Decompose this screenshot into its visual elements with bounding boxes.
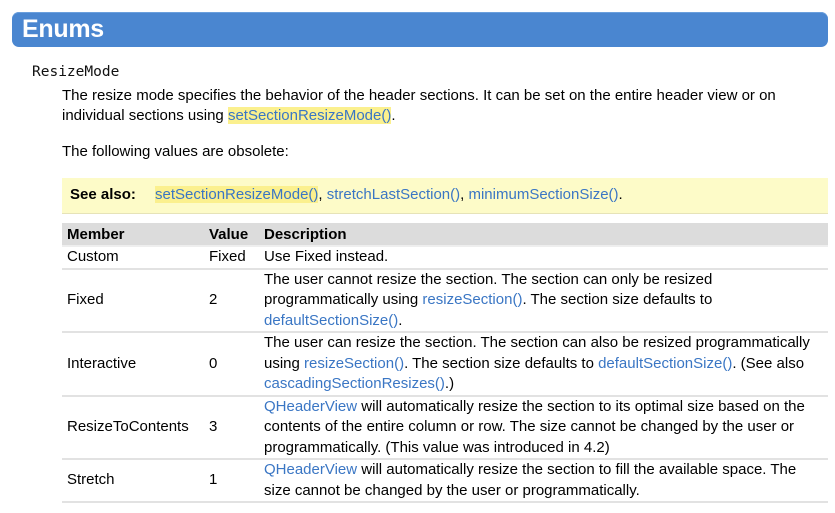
- table-row: Custom Fixed Use Fixed instead.: [62, 246, 828, 270]
- description-text: . The section size defaults to: [522, 291, 713, 308]
- table-row: Fixed 2 The user cannot resize the secti…: [62, 268, 828, 333]
- section-header-bar: Enums: [12, 12, 828, 47]
- enum-description: The resize mode specifies the behavior o…: [62, 86, 827, 126]
- set-section-resize-mode-link[interactable]: setSectionResizeMode(): [227, 107, 392, 124]
- column-header-member: Member: [62, 223, 204, 247]
- enum-name: ResizeMode: [32, 64, 120, 80]
- member-name: ResizeToContents: [62, 395, 204, 460]
- cascading-section-resizes-link[interactable]: cascadingSectionResizes(): [264, 375, 445, 392]
- default-section-size-link[interactable]: defaultSectionSize(): [598, 355, 732, 372]
- description-text: . The section size defaults to: [404, 354, 599, 372]
- member-value: 1: [204, 459, 259, 503]
- member-description: The user can resize the section. The sec…: [259, 332, 828, 397]
- description-end: .: [391, 107, 396, 124]
- obsolete-note: The following values are obsolete:: [62, 143, 289, 160]
- resize-section-link[interactable]: resizeSection(): [304, 355, 404, 372]
- member-description: QHeaderView will automatically resize th…: [259, 395, 828, 460]
- member-description: The user cannot resize the section. The …: [259, 268, 828, 333]
- see-also-box: See also: setSectionResizeMode(), stretc…: [62, 178, 828, 214]
- qheaderview-link[interactable]: QHeaderView: [264, 398, 357, 415]
- description-text: .: [398, 311, 403, 329]
- description-text: . (See also: [732, 354, 805, 372]
- member-name: Custom: [62, 246, 204, 270]
- member-value: 0: [204, 332, 259, 397]
- table-header-row: Member Value Description: [62, 223, 828, 247]
- see-also-link-minimum-section-size[interactable]: minimumSectionSize(): [468, 186, 618, 203]
- table-row: ResizeToContents 3 QHeaderView will auto…: [62, 395, 828, 460]
- table-row: Interactive 0 The user can resize the se…: [62, 332, 828, 397]
- qheaderview-link[interactable]: QHeaderView: [264, 461, 357, 478]
- member-description: QHeaderView will automatically resize th…: [259, 459, 828, 503]
- column-header-value: Value: [204, 223, 259, 247]
- description-text: The resize mode specifies the behavior o…: [62, 87, 776, 124]
- member-name: Stretch: [62, 459, 204, 503]
- enum-values-table: Member Value Description Custom Fixed Us…: [62, 223, 828, 503]
- member-description: Use Fixed instead.: [259, 246, 828, 270]
- see-also-link-set-section-resize-mode[interactable]: setSectionResizeMode(): [155, 186, 319, 203]
- member-name: Fixed: [62, 268, 204, 333]
- see-also-end: .: [618, 186, 623, 203]
- resize-section-link[interactable]: resizeSection(): [422, 291, 522, 308]
- member-name: Interactive: [62, 332, 204, 397]
- member-value: 2: [204, 268, 259, 333]
- see-also-separator: ,: [318, 186, 327, 203]
- member-value: Fixed: [204, 246, 259, 270]
- column-header-description: Description: [259, 223, 828, 247]
- section-title: Enums: [22, 15, 104, 43]
- see-also-link-stretch-last-section[interactable]: stretchLastSection(): [327, 186, 460, 203]
- default-section-size-link[interactable]: defaultSectionSize(): [264, 312, 398, 329]
- see-also-label: See also:: [70, 186, 136, 203]
- member-value: 3: [204, 395, 259, 460]
- description-text: .): [444, 375, 455, 392]
- see-also-links: setSectionResizeMode(), stretchLastSecti…: [155, 186, 623, 203]
- table-row: Stretch 1 QHeaderView will automatically…: [62, 459, 828, 503]
